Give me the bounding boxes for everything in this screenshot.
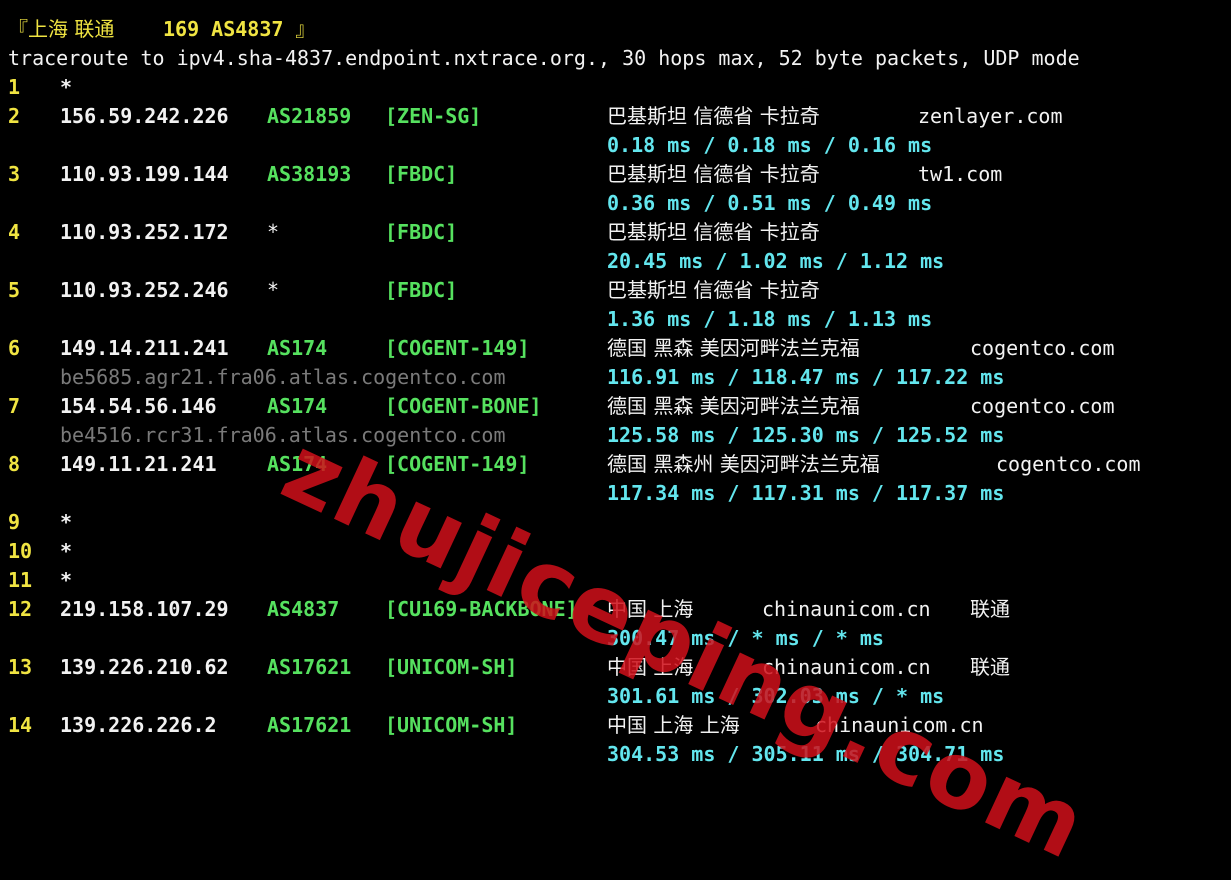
hop-ip: 110.93.252.172 bbox=[60, 220, 229, 244]
hop-geo: 巴基斯坦 信德省 卡拉奇 bbox=[607, 162, 820, 186]
hop-geo: 德国 黑森州 美因河畔法兰克福 bbox=[607, 452, 880, 476]
hop-rtt: 0.18 ms / 0.18 ms / 0.16 ms bbox=[607, 133, 933, 157]
hop-rtt: 304.53 ms / 305.11 ms / 304.71 ms bbox=[607, 742, 1005, 766]
hop-rtt: 0.36 ms / 0.51 ms / 0.49 ms bbox=[607, 191, 933, 215]
hop-tag: [COGENT-149] bbox=[385, 336, 530, 360]
hop-asn: AS174 bbox=[267, 336, 328, 360]
hop-domain: chinaunicom.cn bbox=[762, 597, 931, 621]
hop-geo: 巴基斯坦 信德省 卡拉奇 bbox=[607, 220, 820, 244]
hop-geo: 德国 黑森 美因河畔法兰克福 bbox=[607, 336, 860, 360]
hop-number: 11 bbox=[8, 568, 33, 592]
hop-geo: 中国 上海 上海 bbox=[607, 713, 740, 737]
hop-tag: [UNICOM-SH] bbox=[385, 655, 518, 679]
hop-rtt: 117.34 ms / 117.31 ms / 117.37 ms bbox=[607, 481, 1005, 505]
hop-asn: * bbox=[267, 278, 280, 302]
hop-geo: 巴基斯坦 信德省 卡拉奇 bbox=[607, 278, 820, 302]
hop-rtt: 301.61 ms / 302.03 ms / * ms bbox=[607, 684, 945, 708]
hop-number: 4 bbox=[8, 220, 21, 244]
hop-ip: 149.14.211.241 bbox=[60, 336, 229, 360]
hop-hostname: be4516.rcr31.fra06.atlas.cogentco.com bbox=[60, 423, 506, 447]
hop-geo: 巴基斯坦 信德省 卡拉奇 bbox=[607, 104, 820, 128]
hop-tag: [FBDC] bbox=[385, 278, 458, 302]
hop-number: 6 bbox=[8, 336, 21, 360]
hop-domain: cogentco.com bbox=[996, 452, 1141, 476]
hop-tag: [FBDC] bbox=[385, 162, 458, 186]
hop-domain: zenlayer.com bbox=[918, 104, 1063, 128]
hop-tag: [UNICOM-SH] bbox=[385, 713, 518, 737]
hop-geo: 中国 上海 bbox=[607, 655, 694, 679]
hop-number: 8 bbox=[8, 452, 21, 476]
hop-asn: AS38193 bbox=[267, 162, 352, 186]
hop-rtt: 125.58 ms / 125.30 ms / 125.52 ms bbox=[607, 423, 1005, 447]
header-line: 『上海 联通 169 AS4837 』 bbox=[0, 15, 315, 44]
hop-rtt: 1.36 ms / 1.18 ms / 1.13 ms bbox=[607, 307, 933, 331]
hop-isp: 联通 bbox=[970, 597, 1010, 621]
hop-ip: 110.93.199.144 bbox=[60, 162, 229, 186]
hop-asn: AS174 bbox=[267, 452, 328, 476]
hop-number: 1 bbox=[8, 75, 21, 99]
hop-ip: * bbox=[60, 568, 73, 592]
hop-domain: cogentco.com bbox=[970, 336, 1115, 360]
hop-number: 5 bbox=[8, 278, 21, 302]
hop-domain: tw1.com bbox=[918, 162, 1003, 186]
hop-rtt: 300.47 ms / * ms / * ms bbox=[607, 626, 884, 650]
hop-rtt: 116.91 ms / 118.47 ms / 117.22 ms bbox=[607, 365, 1005, 389]
hop-number: 12 bbox=[8, 597, 33, 621]
hop-ip: 156.59.242.226 bbox=[60, 104, 229, 128]
hop-asn: * bbox=[267, 220, 280, 244]
hop-isp: 联通 bbox=[970, 655, 1010, 679]
hop-number: 14 bbox=[8, 713, 33, 737]
hop-number: 10 bbox=[8, 539, 33, 563]
terminal-window[interactable]: 『上海 联通 169 AS4837 』 traceroute to ipv4.s… bbox=[0, 0, 1231, 775]
hop-number: 9 bbox=[8, 510, 21, 534]
hop-ip: * bbox=[60, 539, 73, 563]
hop-ip: 139.226.210.62 bbox=[60, 655, 229, 679]
hop-ip: 154.54.56.146 bbox=[60, 394, 217, 418]
hop-tag: [COGENT-149] bbox=[385, 452, 530, 476]
header-title-open: 『上海 联通 bbox=[8, 17, 121, 41]
hop-ip: 219.158.107.29 bbox=[60, 597, 229, 621]
hop-ip: * bbox=[60, 510, 73, 534]
header-title-number: 169 AS4837 bbox=[163, 17, 284, 41]
hop-asn: AS174 bbox=[267, 394, 328, 418]
hop-number: 7 bbox=[8, 394, 21, 418]
hop-ip: 149.11.21.241 bbox=[60, 452, 217, 476]
hop-geo: 中国 上海 bbox=[607, 597, 694, 621]
hop-ip: 110.93.252.246 bbox=[60, 278, 229, 302]
hop-number: 2 bbox=[8, 104, 21, 128]
hop-hostname: be5685.agr21.fra06.atlas.cogentco.com bbox=[60, 365, 506, 389]
hop-geo: 德国 黑森 美因河畔法兰克福 bbox=[607, 394, 860, 418]
hop-rtt: 20.45 ms / 1.02 ms / 1.12 ms bbox=[607, 249, 945, 273]
hop-asn: AS17621 bbox=[267, 713, 352, 737]
hop-tag: [ZEN-SG] bbox=[385, 104, 482, 128]
hop-domain: cogentco.com bbox=[970, 394, 1115, 418]
hop-asn: AS4837 bbox=[267, 597, 340, 621]
hop-tag: [COGENT-BONE] bbox=[385, 394, 542, 418]
hop-tag: [CU169-BACKBONE] bbox=[385, 597, 578, 621]
hop-asn: AS21859 bbox=[267, 104, 352, 128]
hop-asn: AS17621 bbox=[267, 655, 352, 679]
hop-tag: [FBDC] bbox=[385, 220, 458, 244]
hop-ip: 139.226.226.2 bbox=[60, 713, 217, 737]
hop-ip: * bbox=[60, 75, 73, 99]
command-line: traceroute to ipv4.sha-4837.endpoint.nxt… bbox=[0, 44, 1080, 73]
hop-number: 13 bbox=[8, 655, 33, 679]
hop-domain: chinaunicom.cn bbox=[815, 713, 984, 737]
hop-domain: chinaunicom.cn bbox=[762, 655, 931, 679]
header-title-close: 』 bbox=[289, 17, 316, 41]
hop-number: 3 bbox=[8, 162, 21, 186]
command-text: traceroute to ipv4.sha-4837.endpoint.nxt… bbox=[8, 46, 1080, 70]
